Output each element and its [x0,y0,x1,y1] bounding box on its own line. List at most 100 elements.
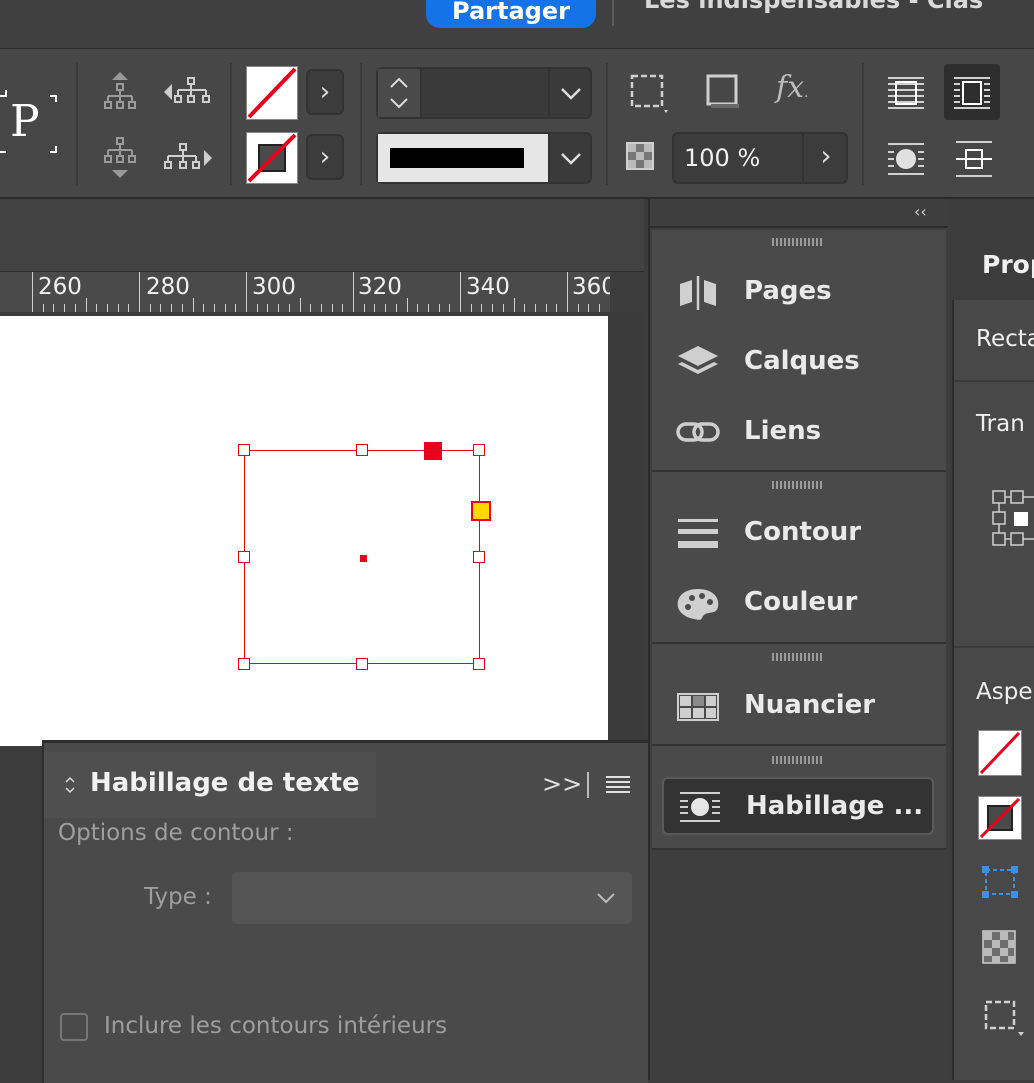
panel-menu-icon[interactable] [604,774,632,796]
selection-handle[interactable] [473,444,485,456]
expand-panel-icon[interactable]: >> [542,770,582,798]
selection-handle[interactable] [473,658,485,670]
selection-handle[interactable] [356,444,368,456]
selection-handle[interactable] [238,551,250,563]
ruler-tick [43,304,44,312]
opacity-value[interactable]: 100 % [684,144,760,172]
section-divider [954,646,1034,648]
include-inside-edges-checkbox[interactable] [60,1013,88,1041]
chevron-down-icon [597,893,615,904]
dock-item-color[interactable]: Couleur [660,573,940,633]
select-next-object-icon[interactable] [162,138,214,178]
stroke-icon [678,519,718,548]
separator [230,63,232,185]
stroke-weight-stepper[interactable] [376,67,592,119]
panel-grip[interactable] [772,653,822,661]
collapse-dock-icon[interactable]: ‹‹ [914,202,927,221]
fill-swatch[interactable] [246,66,298,120]
ruler-tick [107,304,108,312]
ruler-tick [53,304,54,312]
panel-grip[interactable] [772,238,822,246]
links-icon [676,422,720,442]
frame-center-point [360,555,367,562]
ruler-tick [118,304,119,312]
dock-item-label: Habillage ... [746,791,924,821]
select-previous-object-icon[interactable] [162,72,214,112]
wrap-around-shape-icon[interactable] [882,136,930,182]
document-tab-bar [0,199,644,272]
stroke-style-icon[interactable] [980,864,1020,900]
document-title: Les indispensables - Clas [644,0,984,14]
stroke-swatch[interactable] [246,132,298,184]
ruler-tick [417,304,418,312]
ruler-tick [150,304,151,312]
panel-separator [587,772,589,798]
contour-type-dropdown[interactable] [232,872,632,924]
ruler-tick [203,304,204,312]
stroke-type-preview [378,134,548,182]
opacity-icon[interactable] [982,930,1018,966]
wrap-around-bounding-box-icon[interactable] [944,64,1000,120]
select-content-icon[interactable] [100,136,140,180]
fill-swatch[interactable] [978,730,1022,776]
stepper-arrows-icon[interactable] [378,69,422,117]
ruler-tick [524,304,525,312]
selection-handle[interactable] [238,444,250,456]
opacity-field[interactable]: 100 % › [672,132,848,184]
panel-collapse-icon[interactable] [62,772,78,798]
ruler-tick [535,304,536,312]
dock-item-text-wrap[interactable]: Habillage ... [662,777,934,835]
ruler-tick [374,304,375,312]
dock-item-stroke[interactable]: Contour [660,503,940,563]
dock-item-swatches[interactable]: Nuancier [660,676,940,736]
ruler-tick [471,304,472,312]
drop-shadow-icon[interactable] [702,70,742,114]
appearance-section-label: Aspe [976,679,1033,705]
selection-handle[interactable] [473,551,485,563]
ruler-tick [32,272,33,312]
no-text-wrap-icon[interactable] [882,68,930,116]
share-button[interactable]: Partager [426,0,596,28]
chevron-right-icon[interactable]: › [802,134,848,182]
ruler-tick [214,304,215,312]
horizontal-ruler[interactable]: 260 280 300 320 340 360 [0,272,610,313]
ruler-label: 280 [146,274,190,300]
fx-effects-icon[interactable]: fx. [776,70,820,114]
ruler-label: 300 [252,274,296,300]
stroke-type-dropdown[interactable] [376,132,592,184]
separator [76,63,78,185]
select-container-icon[interactable] [100,70,140,114]
ruler-tick [128,304,129,312]
ruler-label: 320 [358,274,402,300]
ruler-tick [492,304,493,312]
dock-item-label: Couleur [744,587,858,617]
fill-menu-button[interactable]: › [306,69,344,115]
dock-item-links[interactable]: Liens [660,402,940,462]
chevron-down-icon[interactable] [548,69,592,117]
stroke-weight-field[interactable] [422,69,548,117]
ruler-tick [235,304,236,312]
ruler-tick [439,304,440,312]
content-grabber-handle[interactable] [424,442,442,460]
panel-grip[interactable] [772,756,822,764]
ruler-tick [460,272,461,312]
selection-handle[interactable] [356,658,368,670]
corner-options-icon[interactable] [626,70,672,116]
ruler-tick [96,304,97,312]
dock-item-pages[interactable]: Pages [660,262,940,322]
selection-handle[interactable] [238,658,250,670]
stroke-swatch[interactable] [978,796,1022,840]
ruler-tick [567,272,568,312]
pages-icon [680,276,716,310]
reference-point-grid-icon[interactable] [990,488,1034,552]
separator [360,63,362,185]
chevron-down-icon[interactable] [548,134,592,182]
jump-object-icon[interactable] [950,136,998,182]
corner-options-icon[interactable] [982,998,1026,1038]
stroke-menu-button[interactable]: › [306,134,344,180]
panel-grip[interactable] [772,481,822,489]
live-corner-handle[interactable] [471,501,491,521]
ruler-tick [364,304,365,312]
ruler-tick [86,298,87,312]
dock-item-layers[interactable]: Calques [660,332,940,392]
